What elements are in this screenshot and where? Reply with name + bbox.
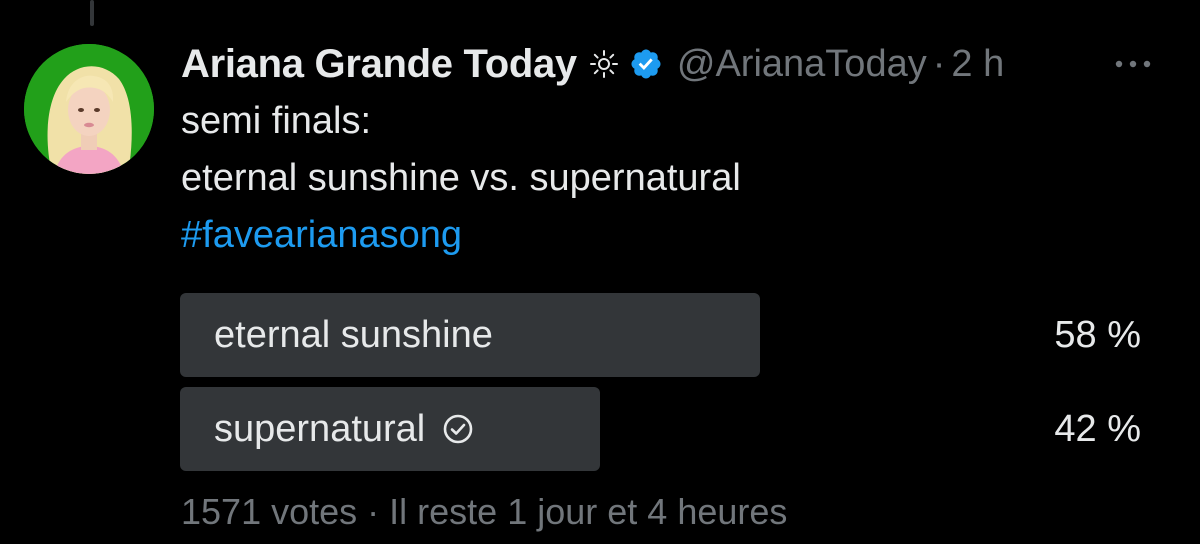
tweet-text-line: eternal sunshine vs. supernatural <box>181 157 741 199</box>
poll-option-percent: 58 % <box>1054 313 1141 356</box>
more-horizontal-icon[interactable] <box>1109 44 1157 84</box>
poll-vote-count: 1571 votes <box>181 491 358 532</box>
check-circle-icon <box>441 412 475 446</box>
poll-option-text: eternal sunshine <box>214 313 493 356</box>
tweet: Ariana Grande Today @ArianaToday · 2 h s… <box>180 36 1171 533</box>
poll-option-text: supernatural <box>214 407 426 450</box>
thread-connector-line <box>90 0 94 26</box>
poll-option-label: eternal sunshine <box>214 293 493 377</box>
hashtag-link[interactable]: #favearianasong <box>181 207 1171 264</box>
poll-option-label: supernatural <box>214 387 475 471</box>
tweet-text-line: semi finals: <box>181 100 372 142</box>
avatar[interactable] <box>24 44 154 174</box>
author-name[interactable]: Ariana Grande Today <box>181 42 577 87</box>
poll-option-percent: 42 % <box>1054 407 1141 450</box>
header-separator: · <box>932 42 946 85</box>
author-handle[interactable]: @ArianaToday <box>677 43 927 86</box>
tweet-header: Ariana Grande Today @ArianaToday · 2 h <box>181 36 1171 92</box>
avatar-image <box>24 44 154 174</box>
verified-badge-icon[interactable] <box>629 47 663 81</box>
sun-icon <box>589 49 619 79</box>
poll-footer-separator: · <box>367 491 380 532</box>
poll: eternal sunshine 58 % supernatural 42 % … <box>180 293 1171 533</box>
tweet-body: semi finals: eternal sunshine vs. supern… <box>181 93 1171 264</box>
poll-footer: 1571 votes · Il reste 1 jour et 4 heures <box>181 491 1171 533</box>
tweet-timestamp[interactable]: 2 h <box>951 43 1004 86</box>
poll-option[interactable]: eternal sunshine 58 % <box>180 293 1171 377</box>
poll-time-left: Il reste 1 jour et 4 heures <box>389 491 788 532</box>
poll-option[interactable]: supernatural 42 % <box>180 387 1171 471</box>
